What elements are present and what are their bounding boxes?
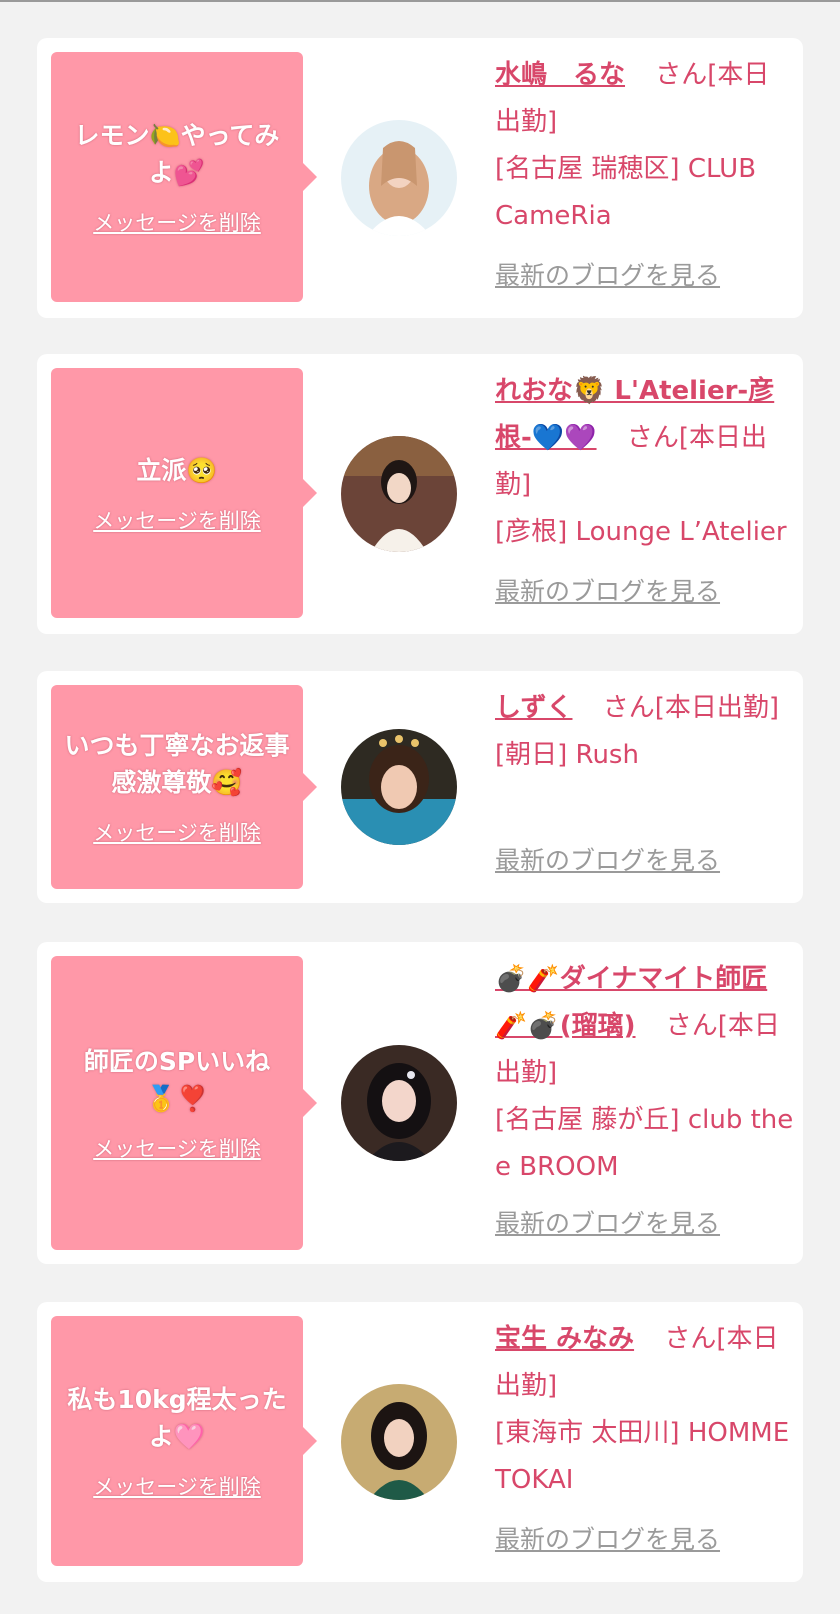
cast-info: 💣🧨ダイナマイト師匠🧨💣(瑠璃) さん[本日出勤] [名古屋 藤が丘] club… (495, 956, 795, 1191)
avatar[interactable] (341, 1384, 457, 1500)
message-bubble: 立派🥺 メッセージを削除 (51, 368, 317, 618)
message-text: 師匠のSPいいね🥇❣️ (83, 1047, 271, 1113)
latest-blog-link[interactable]: 最新のブログを見る (495, 1204, 720, 1240)
message-text: 立派🥺 (136, 455, 218, 485)
message-bubble: いつも丁寧なお返事感激尊敬🥰 メッセージを削除 (51, 685, 317, 889)
top-divider (0, 0, 840, 2)
message-card: いつも丁寧なお返事感激尊敬🥰 メッセージを削除 しずく さん[本日出勤] [朝日… (37, 671, 803, 903)
cast-name-link[interactable]: 水嶋 るな (495, 60, 625, 90)
shop-name: [東海市 太田川] HOMME TOKAI (495, 1418, 790, 1495)
shop-name: [名古屋 藤が丘] club the e BROOM (495, 1105, 794, 1182)
cast-status: さん[本日出勤] (602, 693, 780, 723)
latest-blog-link[interactable]: 最新のブログを見る (495, 841, 720, 877)
message-card: 立派🥺 メッセージを削除 れおな🦁 L'Atelier-彦根-💙💜 さん[本日出… (37, 354, 803, 634)
cast-info: 水嶋 るな さん[本日出勤] [名古屋 瑞穂区] CLUB CameRia (495, 52, 795, 240)
delete-message-link[interactable]: メッセージを削除 (93, 1133, 261, 1163)
latest-blog-link[interactable]: 最新のブログを見る (495, 256, 720, 292)
message-bubble: レモン🍋やってみよ💕 メッセージを削除 (51, 52, 317, 302)
message-bubble: 私も10kg程太ったよ🩷 メッセージを削除 (51, 1316, 317, 1566)
message-text: 私も10kg程太ったよ🩷 (67, 1385, 287, 1451)
avatar[interactable] (341, 120, 457, 236)
shop-name: [彦根] Lounge L’Atelier (495, 517, 787, 547)
latest-blog-link[interactable]: 最新のブログを見る (495, 1520, 720, 1556)
message-bubble: 師匠のSPいいね🥇❣️ メッセージを削除 (51, 956, 317, 1250)
avatar[interactable] (341, 436, 457, 552)
message-text: レモン🍋やってみよ💕 (74, 121, 280, 187)
cast-info: 宝生 みなみ さん[本日出勤] [東海市 太田川] HOMME TOKAI (495, 1316, 795, 1504)
message-card: 師匠のSPいいね🥇❣️ メッセージを削除 💣🧨ダイナマイト師匠🧨💣(瑠璃) さん… (37, 942, 803, 1264)
delete-message-link[interactable]: メッセージを削除 (93, 207, 261, 237)
cast-name-link[interactable]: 宝生 みなみ (495, 1324, 634, 1354)
delete-message-link[interactable]: メッセージを削除 (93, 505, 261, 535)
message-card: レモン🍋やってみよ💕 メッセージを削除 水嶋 るな さん[本日出勤] [名古屋 … (37, 38, 803, 318)
cast-info: れおな🦁 L'Atelier-彦根-💙💜 さん[本日出勤] [彦根] Loung… (495, 368, 795, 556)
cast-info: しずく さん[本日出勤] [朝日] Rush (495, 685, 795, 779)
avatar[interactable] (341, 1045, 457, 1161)
latest-blog-link[interactable]: 最新のブログを見る (495, 572, 720, 608)
message-card: 私も10kg程太ったよ🩷 メッセージを削除 宝生 みなみ さん[本日出勤] [東… (37, 1302, 803, 1582)
delete-message-link[interactable]: メッセージを削除 (93, 817, 261, 847)
delete-message-link[interactable]: メッセージを削除 (93, 1471, 261, 1501)
message-text: いつも丁寧なお返事感激尊敬🥰 (64, 731, 290, 797)
shop-name: [名古屋 瑞穂区] CLUB CameRia (495, 154, 757, 231)
shop-name: [朝日] Rush (495, 740, 639, 770)
cast-name-link[interactable]: しずく (495, 693, 572, 723)
avatar[interactable] (341, 729, 457, 845)
